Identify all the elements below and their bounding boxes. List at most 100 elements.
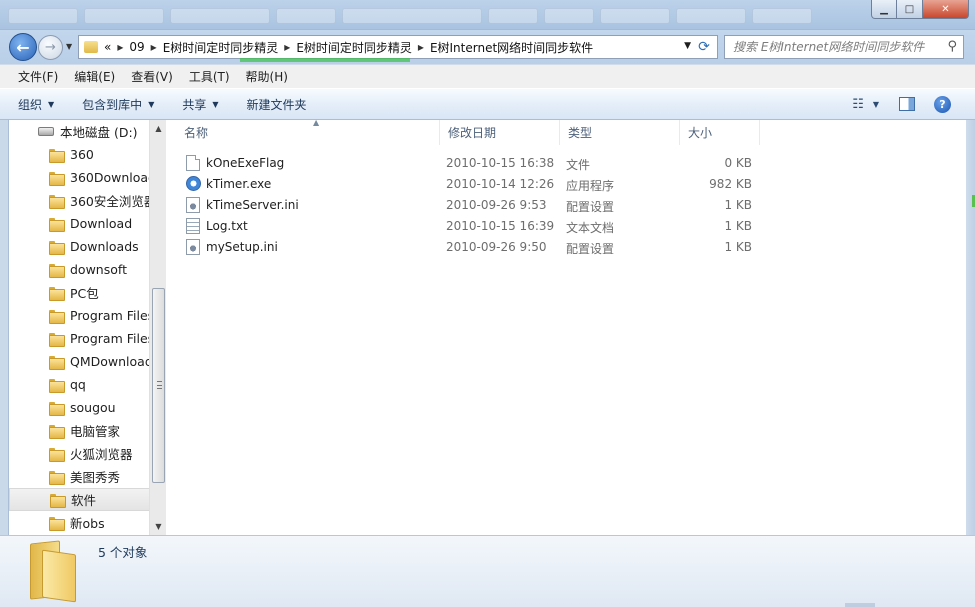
forward-arrow-icon: → — [45, 40, 56, 55]
file-list: 名称 ▲ 修改日期 类型 大小 kOneExeFlag 2010-10-15 1… — [166, 118, 966, 535]
tree-item-label: Program Files — [70, 308, 155, 323]
tree-item-selected[interactable]: 软件 — [9, 488, 150, 511]
column-header-type[interactable]: 类型 — [560, 120, 680, 145]
tree-item[interactable]: qq — [9, 373, 150, 396]
text-file-icon — [186, 218, 200, 234]
column-header-label: 类型 — [568, 126, 593, 140]
tree-item[interactable]: sougou — [9, 396, 150, 419]
folder-icon — [49, 447, 65, 462]
tree-item-label: PC包 — [70, 286, 99, 301]
details-pane: 5 个对象 — [0, 535, 975, 607]
include-in-library-button[interactable]: 包含到库中 ▼ — [82, 96, 154, 113]
tree-item[interactable]: 火狐浏览器 — [9, 442, 150, 465]
file-row[interactable]: mySetup.ini 2010-09-26 9:50 配置设置 1 KB — [176, 237, 766, 258]
file-name: kOneExeFlag — [206, 156, 285, 170]
organize-button[interactable]: 组织 ▼ — [18, 96, 54, 113]
file-size: 0 KB — [724, 156, 752, 170]
scrollbar-thumb[interactable] — [152, 288, 165, 483]
file-type: 文本文档 — [566, 221, 615, 235]
tree-item-label: 软件 — [71, 493, 97, 508]
application-icon — [186, 176, 201, 191]
column-header-date[interactable]: 修改日期 — [440, 120, 560, 145]
file-row[interactable]: kTimer.exe 2010-10-14 12:26 应用程序 982 KB — [176, 174, 766, 195]
tree-item-label: 新obs — [70, 516, 105, 531]
tree-item[interactable]: 360安全浏览器 — [9, 189, 156, 212]
scroll-up-icon[interactable]: ▲ — [150, 120, 166, 137]
tree-item[interactable]: Downloads — [9, 235, 150, 258]
breadcrumb-separator-icon[interactable]: ▸ — [284, 40, 290, 54]
breadcrumb-separator-icon[interactable]: ▸ — [418, 40, 424, 54]
close-button[interactable]: ✕ — [923, 0, 969, 19]
menu-file[interactable]: 文件(F) — [10, 66, 66, 87]
breadcrumb-separator-icon[interactable]: ▸ — [117, 40, 123, 54]
breadcrumb-item[interactable]: E树时间定时同步精灵 — [296, 39, 412, 56]
tree-item[interactable]: Download — [9, 212, 150, 235]
menu-view[interactable]: 查看(V) — [123, 66, 181, 87]
tree-item[interactable]: Program Files — [9, 327, 154, 350]
tree-item[interactable]: 新obs — [9, 511, 150, 534]
tree-item[interactable]: 360 — [9, 143, 150, 166]
minimize-button[interactable]: ▁ — [871, 0, 897, 19]
menu-tools[interactable]: 工具(T) — [181, 66, 238, 87]
column-header-label: 修改日期 — [448, 126, 497, 140]
breadcrumb-item[interactable]: E树Internet网络时间同步软件 — [430, 39, 593, 56]
share-button[interactable]: 共享 ▼ — [182, 96, 218, 113]
chevron-down-icon: ▼ — [148, 99, 155, 109]
address-bar[interactable]: « ▸ 09 ▸ E树时间定时同步精灵 ▸ E树时间定时同步精灵 ▸ E树Int… — [78, 35, 718, 59]
refresh-icon[interactable]: ⟳ — [695, 38, 713, 56]
chevron-down-icon[interactable]: ▼ — [873, 100, 879, 109]
breadcrumb-overflow[interactable]: « — [104, 40, 111, 54]
tree-item[interactable]: Program Files — [9, 304, 154, 327]
file-name: kTimeServer.ini — [206, 198, 299, 212]
tree-item-label: QMDownload — [70, 354, 153, 369]
help-icon[interactable]: ? — [934, 96, 951, 113]
maximize-button[interactable]: □ — [897, 0, 923, 19]
tree-item[interactable]: PC包 — [9, 281, 150, 304]
folder-icon — [84, 41, 98, 53]
tree-item-drive-d[interactable]: 本地磁盘 (D:) — [9, 120, 150, 143]
tree-item[interactable]: 360Download — [9, 166, 156, 189]
organize-label: 组织 — [18, 97, 43, 112]
breadcrumb-item[interactable]: E树时间定时同步精灵 — [163, 39, 279, 56]
command-bar: 组织 ▼ 包含到库中 ▼ 共享 ▼ 新建文件夹 ☷ ▼ ? — [0, 88, 975, 120]
navigation-pane: 本地磁盘 (D:) 360 360Download 360安全浏览器 Downl… — [8, 120, 166, 535]
column-header-label: 名称 — [184, 126, 209, 140]
tree-item[interactable]: 电脑管家 — [9, 419, 150, 442]
file-type: 应用程序 — [566, 179, 615, 193]
file-row[interactable]: Log.txt 2010-10-15 16:39 文本文档 1 KB — [176, 216, 766, 237]
search-input[interactable] — [733, 40, 943, 54]
tree-item[interactable]: 美图秀秀 — [9, 465, 150, 488]
recent-pages-dropdown[interactable]: ▼ — [66, 42, 72, 51]
tree-item[interactable]: QMDownload — [9, 350, 153, 373]
menu-edit[interactable]: 编辑(E) — [66, 66, 123, 87]
config-file-icon — [186, 197, 200, 213]
column-header-label: 大小 — [688, 126, 713, 140]
address-history-dropdown[interactable]: ▼ — [684, 41, 691, 51]
scroll-down-icon[interactable]: ▼ — [150, 518, 166, 535]
menu-help[interactable]: 帮助(H) — [238, 66, 296, 87]
file-size: 982 KB — [709, 177, 752, 191]
breadcrumb-separator-icon[interactable]: ▸ — [151, 40, 157, 54]
folder-icon — [49, 309, 65, 324]
change-view-button[interactable]: ☷ ▼ — [852, 97, 879, 112]
preview-pane-icon[interactable] — [899, 97, 915, 111]
resize-grip[interactable] — [845, 603, 875, 607]
forward-button[interactable]: → — [38, 35, 63, 60]
column-header-size[interactable]: 大小 — [680, 120, 760, 145]
file-row[interactable]: kOneExeFlag 2010-10-15 16:38 文件 0 KB — [176, 153, 766, 174]
breadcrumb-item[interactable]: 09 — [129, 40, 144, 54]
column-header-name[interactable]: 名称 ▲ — [176, 118, 440, 145]
background-taskbar-ghost — [8, 8, 858, 26]
navigation-pane-scrollbar[interactable]: ▲ ▼ — [149, 120, 166, 535]
file-name: kTimer.exe — [206, 177, 272, 191]
back-button[interactable]: ← — [9, 33, 37, 61]
file-row[interactable]: kTimeServer.ini 2010-09-26 9:53 配置设置 1 K… — [176, 195, 766, 216]
tree-item-label: 360 — [70, 147, 94, 162]
folder-icon — [49, 355, 65, 370]
tree-item[interactable]: downsoft — [9, 258, 150, 281]
search-icon[interactable]: ⚲ — [947, 39, 957, 54]
file-type: 配置设置 — [566, 200, 615, 214]
file-name: Log.txt — [206, 219, 248, 233]
search-box[interactable]: ⚲ — [724, 35, 964, 59]
new-folder-button[interactable]: 新建文件夹 — [247, 96, 307, 113]
